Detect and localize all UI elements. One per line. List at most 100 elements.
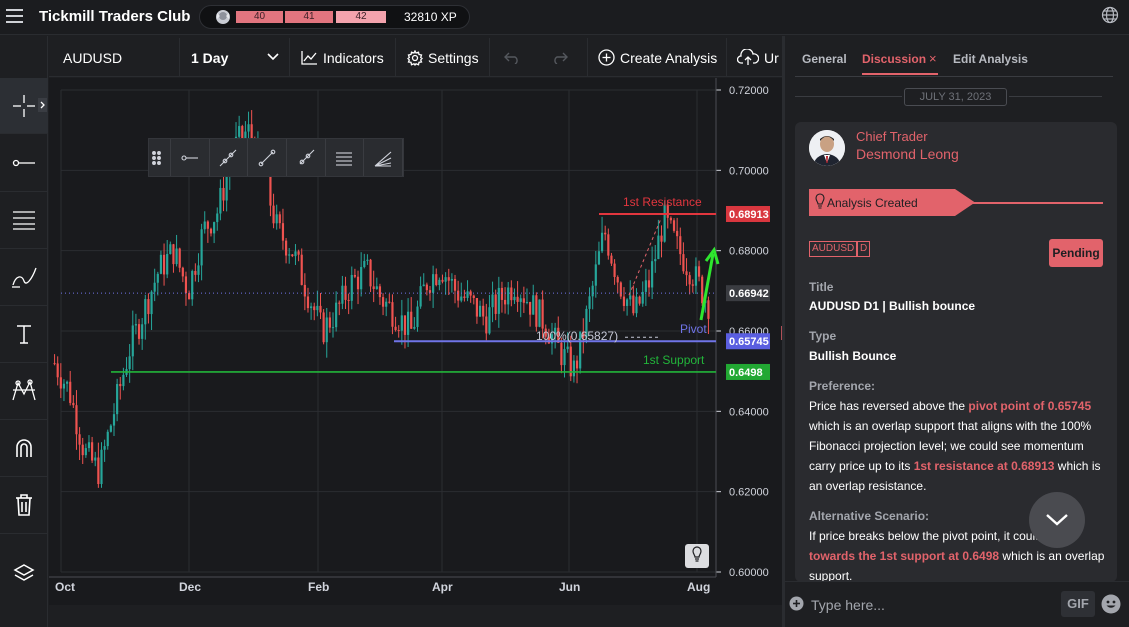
candle [388, 301, 391, 303]
candle [397, 330, 400, 332]
extended-line-tool[interactable] [210, 139, 249, 176]
symbol-selector[interactable]: AUDUSD [49, 38, 180, 77]
tab-divider [795, 76, 1113, 77]
candle [691, 284, 694, 286]
app-title: Tickmill Traders Club [39, 8, 191, 25]
tab-edit-analysis[interactable]: Edit Analysis [953, 52, 1028, 66]
candle [144, 299, 147, 325]
layers-tool[interactable] [0, 544, 48, 601]
analysis-created-label: Analysis Created [827, 196, 918, 210]
candle [206, 221, 209, 229]
menu-icon[interactable] [6, 9, 23, 23]
candle [69, 381, 72, 403]
redo-icon[interactable] [552, 52, 569, 64]
settings-button[interactable]: Settings [396, 38, 490, 77]
title-value: AUDUSD D1 | Bullish bounce [809, 299, 976, 313]
candle [350, 274, 353, 301]
delete-tool[interactable] [0, 477, 48, 534]
interval-selector[interactable]: 1 Day [180, 38, 290, 77]
candle [347, 299, 350, 301]
candle [56, 363, 59, 378]
candle [428, 290, 432, 293]
pattern-tool[interactable] [0, 363, 48, 420]
magnet-tool[interactable] [0, 420, 48, 477]
emoji-icon[interactable] [1101, 594, 1121, 614]
trend-line-tool[interactable] [248, 139, 287, 176]
gif-button[interactable]: GIF [1061, 591, 1095, 617]
author-name[interactable]: Desmond Leong [856, 146, 959, 162]
candle [635, 296, 638, 314]
xp-progress[interactable]: 40 41 42 32810 XP [199, 5, 470, 29]
globe-icon[interactable] [1101, 6, 1119, 24]
drawing-toolbar [148, 138, 404, 177]
candle [372, 286, 375, 289]
message-input[interactable] [811, 596, 1031, 614]
price-chart[interactable]: 0.72000 0.70000 0.68000 0.66000 0.64000 0.620… [49, 78, 787, 605]
tab-discussion[interactable]: Discussion [862, 52, 926, 66]
candle [516, 296, 519, 302]
avatar [809, 130, 845, 166]
rank-badge-icon [216, 10, 230, 24]
candle [275, 214, 278, 224]
undo-icon[interactable] [503, 52, 520, 64]
candle [194, 270, 197, 275]
candle [519, 298, 522, 302]
candle [335, 302, 338, 328]
candle [588, 296, 591, 309]
horizontal-line-tool[interactable] [0, 135, 48, 192]
scroll-down-button[interactable] [1029, 492, 1085, 548]
x-tick-label: Feb [308, 580, 329, 594]
parallel-channel-tool[interactable] [326, 139, 365, 176]
horizontal-ray-tool[interactable] [171, 139, 210, 176]
tab-general[interactable]: General [802, 52, 847, 66]
candle [641, 291, 644, 304]
indicators-button[interactable]: Indicators [290, 38, 396, 77]
candle [147, 299, 150, 315]
candle [413, 326, 416, 329]
level-segment: 41 [285, 11, 333, 23]
parallel-channel-icon [336, 151, 353, 166]
close-tab-icon[interactable]: × [929, 51, 937, 66]
candle [216, 213, 219, 223]
analysis-panel: General Discussion × Edit Analysis JULY … [785, 36, 1129, 627]
add-attachment-icon[interactable] [789, 596, 804, 611]
candle [294, 251, 297, 257]
ray-tool[interactable] [287, 139, 326, 176]
text-tool[interactable] [0, 306, 48, 363]
cloud-upload-icon [737, 49, 759, 65]
candle [181, 267, 184, 277]
drag-handle-tool[interactable] [149, 139, 171, 176]
candle [59, 377, 62, 389]
candle [622, 296, 626, 306]
candle [162, 254, 166, 275]
candle [669, 217, 672, 221]
candle [391, 302, 394, 327]
fib-tool[interactable] [0, 192, 48, 249]
create-analysis-button[interactable]: Create Analysis [588, 38, 727, 77]
timeframe-tag: D [857, 241, 871, 257]
brush-tool[interactable] [0, 249, 48, 306]
candle [503, 299, 507, 305]
candle [238, 126, 241, 137]
candle [191, 270, 194, 300]
create-analysis-label: Create Analysis [620, 49, 718, 66]
y-tick-label: 0.62000 [729, 487, 769, 499]
candle [604, 232, 607, 235]
candle [654, 259, 657, 262]
candle [53, 363, 56, 365]
upload-button[interactable]: Ur [727, 38, 782, 77]
candle [478, 305, 482, 317]
candle [472, 295, 475, 299]
candle [62, 383, 66, 389]
chevron-down-icon [267, 53, 279, 61]
crosshair-tool[interactable] [0, 78, 48, 134]
candle [150, 291, 153, 315]
candle [366, 259, 369, 261]
crosshair-icon [13, 94, 35, 117]
fib-fan-tool[interactable] [364, 139, 403, 176]
candle [600, 232, 604, 252]
author-role: Chief Trader [856, 129, 928, 144]
chevron-right-icon[interactable] [38, 98, 47, 112]
candle [103, 446, 106, 450]
support-tag-label: 0.6498 [729, 367, 763, 379]
